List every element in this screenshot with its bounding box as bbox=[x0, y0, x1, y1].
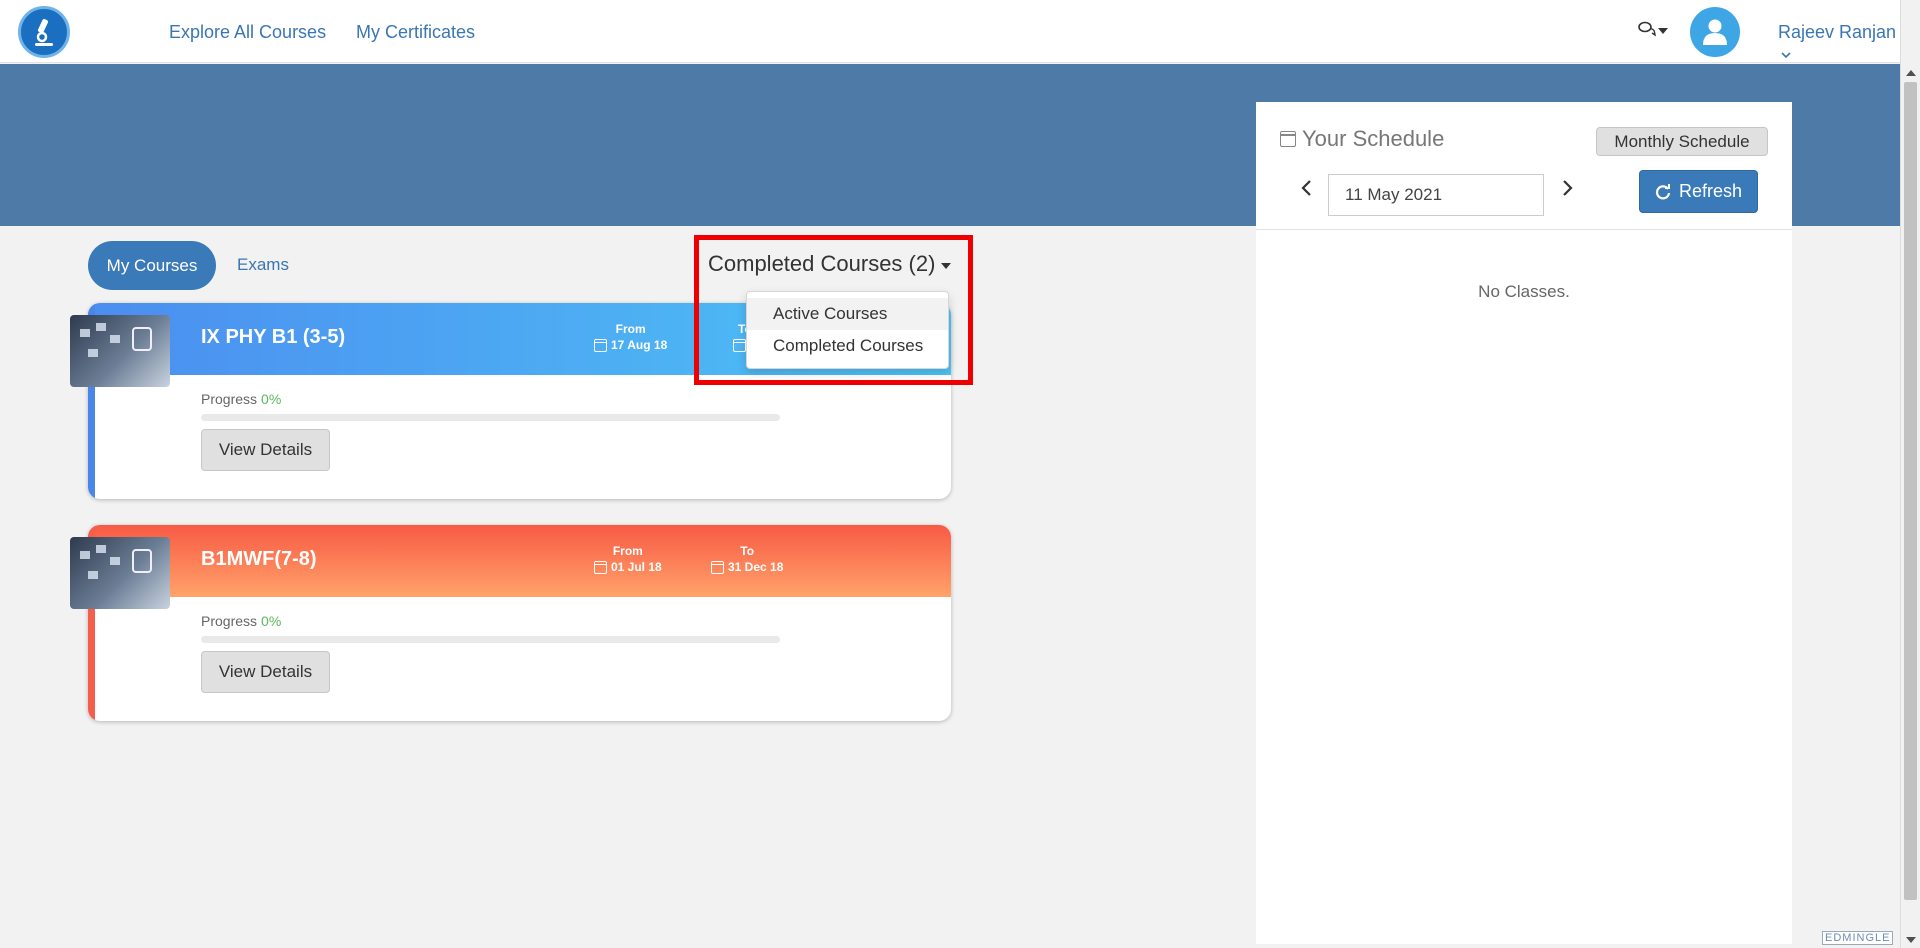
calendar-icon bbox=[733, 338, 746, 352]
view-details-button[interactable]: View Details bbox=[201, 651, 330, 693]
chevron-down-icon bbox=[1658, 28, 1668, 34]
progress-text: Progress bbox=[201, 391, 258, 407]
menu-item-active-courses[interactable]: Active Courses bbox=[747, 298, 948, 330]
schedule-header: Your Schedule Monthly Schedule Refresh bbox=[1256, 102, 1792, 230]
user-name-label: Rajeev Ranjan bbox=[1778, 22, 1897, 42]
course-title: B1MWF(7-8) bbox=[201, 548, 317, 570]
progress-percent: 0% bbox=[261, 391, 282, 407]
course-filter-menu: Active Courses Completed Courses bbox=[746, 291, 949, 369]
course-start-date: From 01 Jul 18 bbox=[594, 544, 662, 574]
course-thumbnail[interactable] bbox=[70, 315, 170, 387]
progress-percent: 0% bbox=[261, 613, 282, 629]
previous-day-button[interactable] bbox=[1300, 178, 1314, 204]
next-day-button[interactable] bbox=[1560, 178, 1574, 204]
progress-label: Progress 0% bbox=[201, 613, 281, 629]
scroll-up-arrow-icon[interactable] bbox=[1906, 70, 1916, 76]
tab-my-courses[interactable]: My Courses bbox=[88, 241, 216, 290]
microscope-logo-icon[interactable] bbox=[18, 6, 70, 58]
course-start-date: From 17 Aug 18 bbox=[594, 322, 667, 352]
page-scrollbar[interactable] bbox=[1900, 0, 1920, 948]
course-end-date: To 31 Dec 18 bbox=[711, 544, 783, 574]
scroll-down-arrow-icon[interactable] bbox=[1906, 937, 1916, 943]
monthly-schedule-button[interactable]: Monthly Schedule bbox=[1596, 127, 1768, 156]
top-navbar: Explore All Courses My Certificates Raje… bbox=[0, 0, 1900, 63]
chevron-right-icon bbox=[1563, 180, 1573, 196]
nav-explore-all-courses[interactable]: Explore All Courses bbox=[169, 22, 326, 43]
user-avatar[interactable] bbox=[1690, 7, 1740, 57]
user-icon bbox=[1703, 19, 1727, 45]
schedule-date-input[interactable] bbox=[1328, 174, 1544, 216]
from-date: 01 Jul 18 bbox=[611, 560, 662, 574]
calendar-icon bbox=[1280, 131, 1296, 147]
chat-dropdown-button[interactable] bbox=[1638, 21, 1668, 37]
schedule-title: Your Schedule bbox=[1280, 126, 1444, 152]
caret-down-icon bbox=[941, 263, 952, 269]
progress-text: Progress bbox=[201, 613, 258, 629]
chat-icon bbox=[1638, 21, 1656, 37]
from-label: From bbox=[615, 322, 646, 336]
refresh-button[interactable]: Refresh bbox=[1639, 170, 1758, 213]
chevron-left-icon bbox=[1301, 180, 1311, 196]
from-label: From bbox=[612, 544, 643, 558]
nav-my-certificates[interactable]: My Certificates bbox=[356, 22, 475, 43]
course-thumbnail[interactable] bbox=[70, 537, 170, 609]
view-details-button[interactable]: View Details bbox=[201, 429, 330, 471]
tab-exams[interactable]: Exams bbox=[237, 255, 289, 275]
course-title: IX PHY B1 (3-5) bbox=[201, 326, 346, 348]
user-menu-toggle[interactable]: Rajeev Ranjan bbox=[1778, 22, 1900, 64]
menu-item-completed-courses[interactable]: Completed Courses bbox=[747, 330, 948, 362]
empty-schedule-message: No Classes. bbox=[1478, 282, 1570, 301]
schedule-panel: Your Schedule Monthly Schedule Refresh N… bbox=[1256, 102, 1792, 944]
from-date: 17 Aug 18 bbox=[611, 338, 668, 352]
chevron-down-icon bbox=[1781, 52, 1791, 59]
scrollbar-thumb[interactable] bbox=[1904, 82, 1917, 900]
course-filter-dropdown[interactable]: Completed Courses (2) bbox=[708, 251, 952, 277]
calendar-icon bbox=[594, 560, 607, 574]
to-label: To bbox=[740, 544, 755, 558]
refresh-icon bbox=[1655, 183, 1671, 199]
refresh-label: Refresh bbox=[1678, 181, 1743, 201]
course-card-header[interactable]: B1MWF(7-8) From 01 Jul 18 To 31 Dec 18 bbox=[88, 525, 951, 597]
schedule-title-text: Your Schedule bbox=[1302, 126, 1445, 151]
calendar-icon bbox=[711, 560, 724, 574]
progress-label: Progress 0% bbox=[201, 391, 281, 407]
progress-bar bbox=[201, 636, 780, 643]
calendar-icon bbox=[594, 338, 607, 352]
course-filter-selected: Completed Courses (2) bbox=[708, 251, 936, 276]
course-card: B1MWF(7-8) From 01 Jul 18 To 31 Dec 18 P… bbox=[88, 525, 951, 721]
progress-bar bbox=[201, 414, 780, 421]
to-date: 31 Dec 18 bbox=[728, 560, 784, 574]
edmingle-watermark: EDMINGLE bbox=[1822, 931, 1894, 945]
